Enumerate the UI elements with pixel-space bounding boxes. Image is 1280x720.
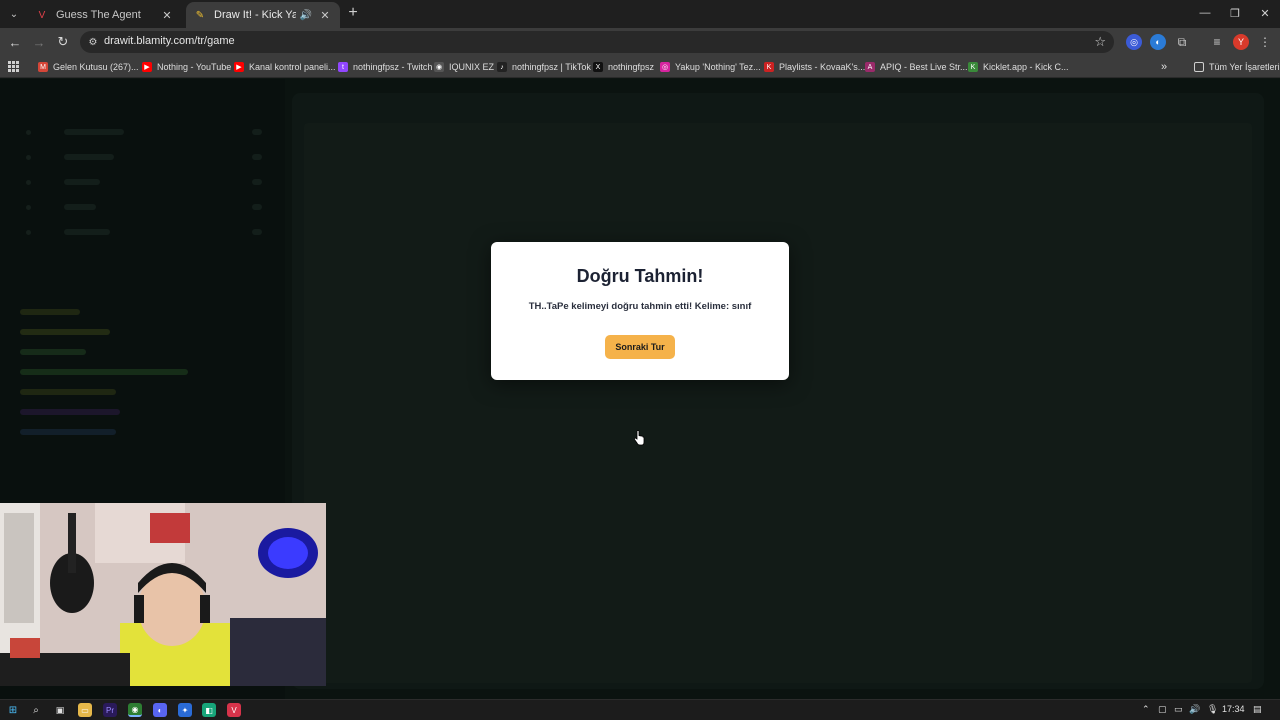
close-tab-icon[interactable]: ✕ (160, 9, 174, 22)
bookmark-item[interactable]: K Playlists - KovaaK's... (764, 60, 865, 74)
tray-app-icon[interactable]: ▢ (1158, 704, 1167, 715)
gmail-icon: M (38, 62, 48, 72)
bookmark-label: Playlists - KovaaK's... (779, 62, 866, 72)
app-icon[interactable]: ◧ (202, 703, 216, 717)
minimize-icon[interactable]: — (1190, 4, 1220, 22)
bookmark-star-icon[interactable]: ☆ (1094, 34, 1106, 50)
back-button[interactable]: ← (6, 33, 24, 51)
discord-icon[interactable]: ◐ (153, 703, 167, 717)
bookmark-label: Kicklet.app - Kick C... (983, 62, 1069, 72)
bookmark-item[interactable]: ◉ IQUNIX EZ (434, 60, 494, 74)
bookmark-item[interactable]: K Kicklet.app - Kick C... (968, 60, 1069, 74)
profile-avatar[interactable]: Y (1233, 34, 1249, 50)
drawit-icon: ✎ (195, 9, 205, 21)
bookmark-item[interactable]: ▶ Nothing - YouTube (142, 60, 231, 74)
bookmark-label: IQUNIX EZ (449, 62, 495, 72)
webcam-image (0, 503, 326, 686)
bookmark-item[interactable]: M Gelen Kutusu (267)... (38, 60, 139, 74)
x-icon: X (593, 62, 603, 72)
youtube-studio-icon: ▶ (234, 62, 244, 72)
folder-icon (1194, 62, 1204, 72)
modal-title: Doğru Tahmin! (576, 266, 704, 286)
kicklet-icon: K (968, 62, 978, 72)
close-window-icon[interactable]: ✕ (1250, 4, 1280, 22)
bookmark-label: nothingfpsz - Twitch (353, 62, 433, 72)
bookmark-item[interactable]: ◎ Yakup 'Nothing' Tez... (660, 60, 761, 74)
url-text: drawit.blamity.com/tr/game (104, 35, 235, 47)
reload-button[interactable]: ↻ (54, 33, 72, 51)
correct-guess-modal: Doğru Tahmin! TH..TaPe kelimeyi doğru ta… (491, 242, 789, 380)
bookmarks-bar: M Gelen Kutusu (267)... ▶ Nothing - YouTub… (0, 56, 1280, 78)
tray-overflow-icon[interactable]: ⌃ (1142, 704, 1150, 715)
forward-button[interactable]: → (30, 33, 48, 51)
bookmark-label: Gelen Kutusu (267)... (53, 62, 139, 72)
windows-taskbar: ⊞ ⌕ ▣ ▭ Pr ◉ ◐ ✦ ◧ V ⌃ ▢ ▭ 🔊 🎙 17:34 ▤ (0, 699, 1280, 720)
extension-icon[interactable]: ◎ (1126, 34, 1142, 50)
bookmark-item[interactable]: A APIQ - Best Live Str... (865, 60, 968, 74)
instagram-icon: ◎ (660, 62, 670, 72)
site-info-icon[interactable]: ⚙ (86, 35, 100, 49)
bookmark-label: Yakup 'Nothing' Tez... (675, 62, 761, 72)
speaker-icon[interactable]: 🔊 (300, 10, 312, 21)
browser-toolbar: ← → ↻ ⚙ drawit.blamity.com/tr/game ☆ ◎ ◐… (0, 28, 1280, 56)
microphone-icon[interactable]: 🎙 (1207, 704, 1218, 715)
extensions-puzzle-icon[interactable]: ⧉ (1174, 34, 1190, 50)
bookmark-item[interactable]: ♪ nothingfpsz | TikTok (497, 60, 591, 74)
valorant-icon: V (38, 9, 46, 21)
modal-message: TH..TaPe kelimeyi doğru tahmin etti! Kel… (528, 301, 752, 312)
more-bookmarks-icon[interactable]: » (1161, 60, 1167, 74)
next-round-button[interactable]: Sonraki Tur (605, 335, 675, 359)
extension-icon[interactable]: ◐ (1150, 34, 1166, 50)
tiktok-icon: ♪ (497, 62, 507, 72)
app-icon[interactable]: ✦ (178, 703, 192, 717)
tab-search-icon[interactable]: ⌄ (4, 4, 24, 24)
tab-draw-it[interactable]: ✎ Draw It! - Kick Yayınları İçin 🔊 ✕ (186, 2, 340, 28)
bookmark-label: Kanal kontrol paneli... (249, 62, 336, 72)
chrome-icon[interactable]: ◉ (128, 703, 142, 717)
address-bar[interactable]: ⚙ drawit.blamity.com/tr/game ☆ (80, 31, 1114, 53)
menu-kebab-icon[interactable]: ⋮ (1257, 34, 1273, 50)
tab-strip: ⌄ V Guess The Agent ✕ ✎ Draw It! - Kick … (0, 0, 1280, 28)
clock-time[interactable]: 17:34 (1222, 704, 1245, 714)
media-controls-icon[interactable]: ≡ (1209, 34, 1225, 50)
tab-title: Guess The Agent (56, 9, 141, 21)
restore-icon[interactable]: ❐ (1220, 4, 1250, 22)
kovaaks-icon: K (764, 62, 774, 72)
bookmark-label: APIQ - Best Live Str... (880, 62, 968, 72)
premiere-icon[interactable]: Pr (103, 703, 117, 717)
hand-cursor-icon (633, 430, 645, 446)
bookmark-item[interactable]: Xnothingfpsz (593, 60, 654, 74)
all-bookmarks-label: Tüm Yer İşaretleri (1209, 62, 1280, 72)
youtube-icon: ▶ (142, 62, 152, 72)
file-explorer-icon[interactable]: ▭ (78, 703, 92, 717)
notification-icon[interactable]: ▤ (1253, 704, 1262, 715)
bookmark-label: Nothing - YouTube (157, 62, 232, 72)
task-view-icon[interactable]: ▣ (53, 703, 67, 717)
tab-guess-the-agent[interactable]: V Guess The Agent ✕ (28, 2, 182, 28)
tab-title: Draw It! - Kick Yayınları İçin (214, 9, 296, 21)
network-icon[interactable]: ▭ (1174, 704, 1183, 715)
search-icon[interactable]: ⌕ (29, 703, 43, 717)
apiq-icon: A (865, 62, 875, 72)
webcam-overlay (0, 503, 326, 686)
bookmark-item[interactable]: t nothingfpsz - Twitch (338, 60, 432, 74)
twitch-icon: t (338, 62, 348, 72)
volume-icon[interactable]: 🔊 (1189, 704, 1200, 715)
bookmark-label: nothingfpsz (608, 62, 655, 72)
new-tab-button[interactable]: + (344, 4, 362, 22)
app-icon[interactable]: V (227, 703, 241, 717)
iqunix-icon: ◉ (434, 62, 444, 72)
all-bookmarks-folder[interactable]: Tüm Yer İşaretleri (1194, 60, 1280, 74)
apps-grid-icon[interactable] (8, 61, 19, 72)
bookmark-label: nothingfpsz | TikTok (512, 62, 591, 72)
windows-start-icon[interactable]: ⊞ (6, 703, 20, 717)
bookmark-item[interactable]: ▶ Kanal kontrol paneli... (234, 60, 336, 74)
close-tab-icon[interactable]: ✕ (318, 9, 332, 22)
